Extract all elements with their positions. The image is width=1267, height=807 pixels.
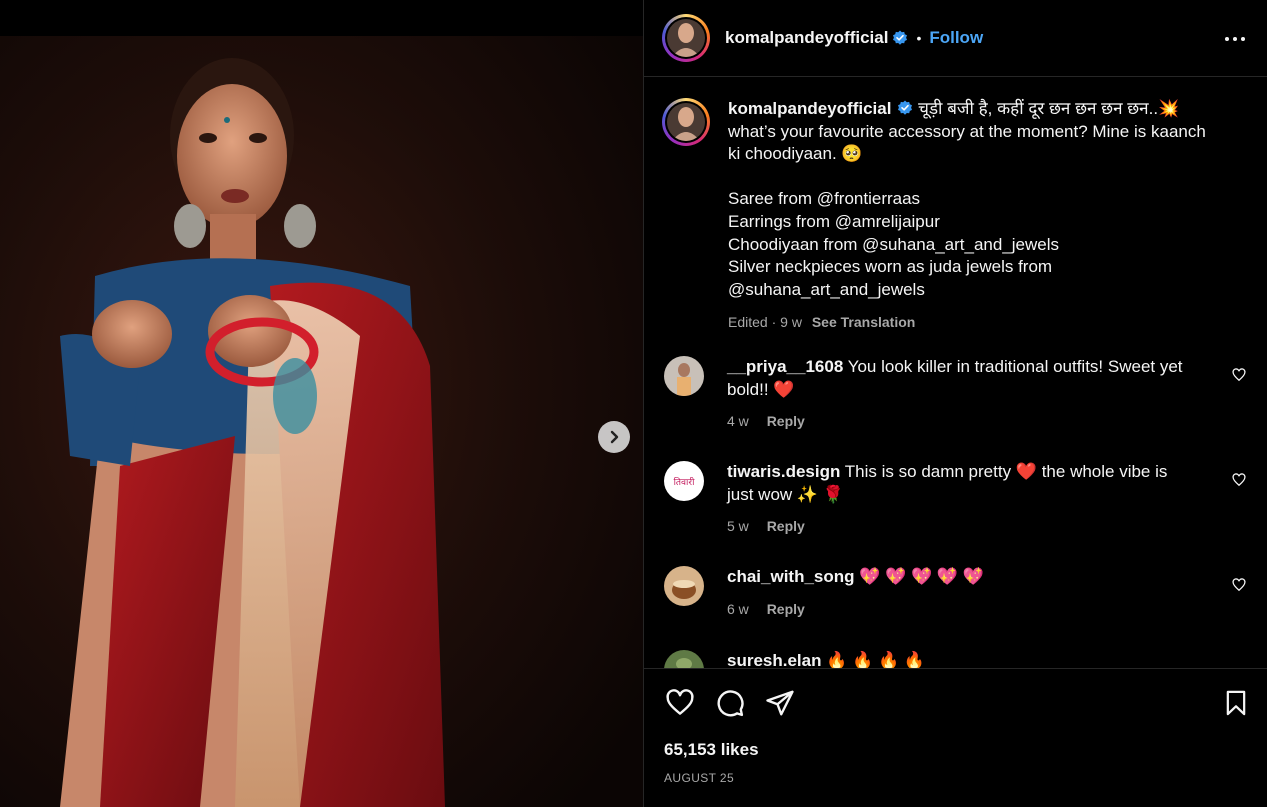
author-username[interactable]: komalpandeyofficial <box>725 28 888 48</box>
bookmark-icon[interactable] <box>1222 688 1250 718</box>
comment-meta: 5 w Reply <box>727 515 1197 538</box>
post-side-panel: komalpandeyofficial • Follow komalpandey… <box>643 0 1267 807</box>
comment-item: chai_with_song 💖 💖 💖 💖 💖 6 w Reply <box>664 566 1254 620</box>
reply-button[interactable]: Reply <box>767 601 805 617</box>
next-media-button[interactable] <box>598 421 630 453</box>
share-icon[interactable] <box>764 688 796 718</box>
caption-avatar-image <box>667 103 705 141</box>
commenter-username[interactable]: tiwaris.design <box>727 462 840 481</box>
comment-body: suresh.elan 🔥 🔥 🔥 🔥 <box>727 650 1197 668</box>
comment-body: __priya__1608 You look killer in traditi… <box>727 356 1197 433</box>
comment-item: suresh.elan 🔥 🔥 🔥 🔥 <box>664 650 1254 668</box>
commenter-username[interactable]: __priya__1608 <box>727 357 843 376</box>
chevron-right-icon <box>610 430 619 444</box>
commenter-username[interactable]: suresh.elan <box>727 651 822 668</box>
caption-lines: what’s your favourite accessory at the m… <box>728 121 1228 302</box>
caption-line: Silver neckpieces worn as juda jewels fr… <box>728 257 1053 277</box>
more-options-icon[interactable] <box>1224 28 1246 50</box>
comment-text: 💖 💖 💖 💖 💖 <box>859 567 984 586</box>
commenter-username[interactable]: chai_with_song <box>727 567 855 586</box>
post-caption: komalpandeyofficial चूड़ी बजी है, कहीं द… <box>662 98 1242 334</box>
post-photo[interactable] <box>0 36 643 807</box>
post-media <box>0 0 643 807</box>
verified-badge-icon <box>898 100 913 115</box>
avatar-ring-inner <box>665 101 707 143</box>
comment-emoji: ❤️ <box>1015 462 1037 481</box>
comment-like-heart-icon[interactable] <box>1232 578 1246 592</box>
caption-lead: चूड़ी बजी है, कहीं दूर छन छन छन छन..💥 <box>918 99 1180 118</box>
svg-text:तिवारी: तिवारी <box>674 476 695 488</box>
comment-like-heart-icon[interactable] <box>1232 368 1246 382</box>
avatar-ring-inner <box>665 17 707 59</box>
caption-line: Earrings from @amrelijaipur <box>728 211 940 231</box>
comment-age: 4 w <box>727 413 749 430</box>
caption-line: Saree from @frontierraas <box>728 189 921 209</box>
comment-text: This is so damn pretty <box>844 462 1016 481</box>
comment-meta: 4 w Reply <box>727 410 1197 433</box>
reply-button[interactable]: Reply <box>767 413 805 429</box>
caption-line: ki choodiyaan. 🥺 <box>728 144 863 164</box>
comment-body: tiwaris.design This is so damn pretty ❤️… <box>727 461 1197 538</box>
commenter-avatar[interactable] <box>664 566 704 606</box>
caption-line: @suhana_art_and_jewels <box>728 279 925 299</box>
comment-item: __priya__1608 You look killer in traditi… <box>664 356 1254 433</box>
caption-line <box>728 166 1228 189</box>
header-separator: • <box>916 30 922 46</box>
comment-text: 🔥 🔥 🔥 🔥 <box>826 651 926 668</box>
comment-age: 6 w <box>727 600 749 617</box>
post-date: AUGUST 25 <box>664 771 735 785</box>
see-translation-button[interactable]: See Translation <box>812 314 915 330</box>
follow-button[interactable]: Follow <box>929 28 983 48</box>
author-avatar-image <box>667 19 705 57</box>
caption-username[interactable]: komalpandeyofficial <box>728 99 891 118</box>
caption-text: komalpandeyofficial चूड़ी बजी है, कहीं द… <box>728 98 1228 334</box>
caption-line: what’s your favourite accessory at the m… <box>728 121 1206 141</box>
header-user: komalpandeyofficial • Follow <box>725 28 983 48</box>
edited-timestamp: Edited · 9 w <box>728 314 802 331</box>
media-top-band <box>0 0 643 36</box>
comment-meta: 6 w Reply <box>727 598 1197 621</box>
heart-icon[interactable] <box>664 688 696 718</box>
comment-like-heart-icon[interactable] <box>1232 473 1246 487</box>
comment-body: chai_with_song 💖 💖 💖 💖 💖 6 w Reply <box>727 566 1197 620</box>
caption-line: Choodiyaan from @suhana_art_and_jewels <box>728 234 1060 254</box>
caption-author-avatar[interactable] <box>662 98 710 146</box>
likes-count[interactable]: 65,153 likes <box>664 740 759 760</box>
post-header: komalpandeyofficial • Follow <box>644 0 1267 77</box>
comment-icon[interactable] <box>714 688 746 718</box>
post-actions: 65,153 likes AUGUST 25 <box>644 668 1267 807</box>
commenter-avatar[interactable]: तिवारी <box>664 461 704 501</box>
reply-button[interactable]: Reply <box>767 518 805 534</box>
comment-age: 5 w <box>727 518 749 535</box>
commenter-avatar[interactable] <box>664 356 704 396</box>
comment-emoji: ❤️ <box>773 379 795 399</box>
verified-badge-icon <box>893 30 908 45</box>
caption-meta: Edited · 9 w See Translation <box>728 311 1228 334</box>
author-avatar[interactable] <box>662 14 710 62</box>
comments-scroll-area[interactable]: komalpandeyofficial चूड़ी बजी है, कहीं द… <box>644 78 1267 668</box>
comment-item: तिवारी tiwaris.design This is so damn pr… <box>664 461 1254 538</box>
commenter-avatar[interactable] <box>664 650 704 668</box>
